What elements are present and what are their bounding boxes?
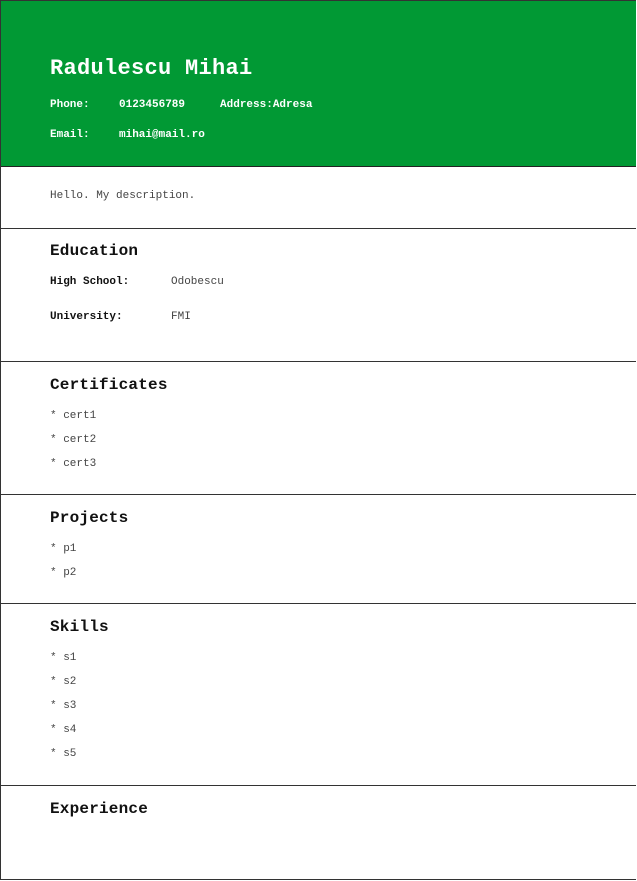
contact-row-email: Email: mihai@mail.ro xyxy=(50,128,636,142)
university-value: FMI xyxy=(171,311,191,323)
description-text: Hello. My description. xyxy=(50,190,196,202)
email-label: Email: xyxy=(50,129,90,141)
address-value: Adresa xyxy=(272,99,313,111)
list-item: * s2 xyxy=(50,676,77,688)
experience-section: Experience xyxy=(1,786,636,819)
skills-list: * s1 * s2 * s3 * s4 * s5 xyxy=(50,651,636,761)
high-school-label: High School: xyxy=(50,276,130,288)
list-item: * p2 xyxy=(50,567,77,579)
university-row: University: FMI xyxy=(50,310,636,324)
email-value: mihai@mail.ro xyxy=(119,129,205,141)
certificates-list: * cert1 * cert2 * cert3 xyxy=(50,409,636,471)
certificates-section: Certificates * cert1 * cert2 * cert3 xyxy=(1,362,636,495)
experience-title: Experience xyxy=(50,800,149,818)
certificates-title: Certificates xyxy=(50,376,168,394)
list-item: * cert2 xyxy=(50,434,97,446)
university-label: University: xyxy=(50,311,123,323)
description-section: Hello. My description. xyxy=(1,167,636,229)
list-item: * s5 xyxy=(50,748,77,760)
projects-title: Projects xyxy=(50,509,129,527)
skills-section: Skills * s1 * s2 * s3 * s4 * s5 xyxy=(1,604,636,786)
list-item: * cert1 xyxy=(50,410,97,422)
list-item: * s4 xyxy=(50,724,77,736)
skills-title: Skills xyxy=(50,618,109,636)
phone-label: Phone: xyxy=(50,99,90,111)
list-item: * s1 xyxy=(50,652,77,664)
cv-page: Radulescu Mihai Phone: 0123456789 Address:… xyxy=(0,0,636,880)
phone-value: 0123456789 xyxy=(119,99,186,111)
person-name: Radulescu Mihai xyxy=(50,56,253,81)
list-item: * p1 xyxy=(50,543,77,555)
list-item: * s3 xyxy=(50,700,77,712)
address-label: Address: xyxy=(220,99,273,111)
projects-list: * p1 * p2 xyxy=(50,542,636,580)
list-item: * cert3 xyxy=(50,458,97,470)
contact-row-phone: Phone: 0123456789 Address:Adresa xyxy=(50,98,636,112)
education-title: Education xyxy=(50,242,139,260)
education-section: Education High School: Odobescu Universit… xyxy=(1,229,636,362)
high-school-value: Odobescu xyxy=(171,276,224,288)
high-school-row: High School: Odobescu xyxy=(50,275,636,289)
projects-section: Projects * p1 * p2 xyxy=(1,495,636,604)
cv-header: Radulescu Mihai Phone: 0123456789 Address:… xyxy=(1,1,636,167)
